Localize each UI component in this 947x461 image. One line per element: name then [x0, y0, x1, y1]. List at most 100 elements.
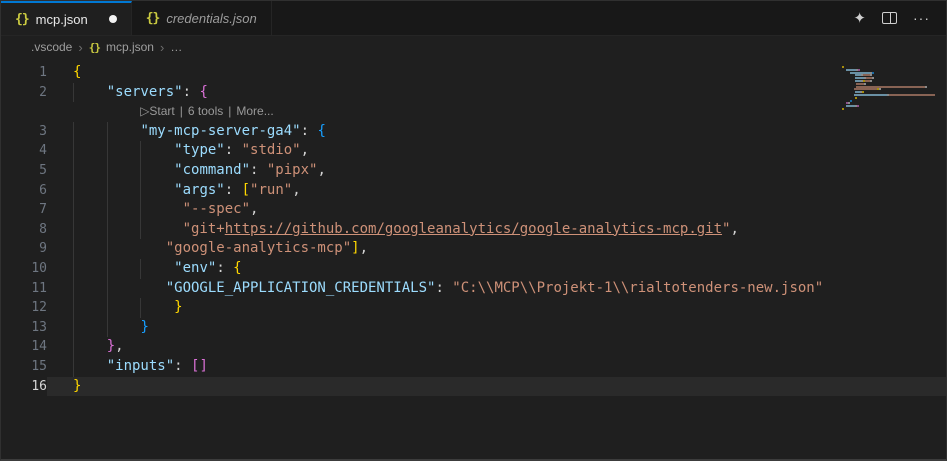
- tab-credentials-json[interactable]: {} credentials.json: [132, 1, 272, 35]
- token-punct: :: [182, 83, 200, 100]
- minimap-seg: [846, 105, 855, 108]
- minimap-seg: [856, 105, 859, 108]
- token-b3: }: [140, 318, 149, 335]
- minimap-line: [842, 107, 938, 110]
- line-number: 10: [31, 260, 47, 276]
- minimap-seg: [860, 85, 923, 88]
- token-key: "servers": [106, 83, 183, 100]
- code-text: "google-analytics-mcp"],: [73, 239, 368, 259]
- code-line[interactable]: 12 }: [1, 298, 946, 318]
- minimap-seg: [842, 66, 844, 68]
- codelens-row[interactable]: ▷Start | 6 tools | More...: [1, 102, 946, 122]
- indent-guide: [106, 278, 108, 299]
- indent-guide: [106, 258, 108, 279]
- line-number: 5: [39, 162, 47, 178]
- indent-guide: [73, 82, 74, 103]
- code-line[interactable]: 6 "args": ["run",: [1, 180, 946, 201]
- token-b1: ]: [351, 240, 360, 257]
- more-actions-icon[interactable]: ···: [913, 11, 930, 25]
- code-line[interactable]: 15 "inputs": []: [1, 356, 946, 377]
- indent-guide: [73, 121, 74, 142]
- minimap-seg: [842, 107, 844, 110]
- token-b1: }: [73, 377, 82, 394]
- minimap-seg: [857, 68, 860, 71]
- code-line[interactable]: 5 "command": "pipx",: [1, 160, 946, 181]
- minimap-line: [842, 93, 938, 96]
- minimap-seg: [872, 71, 875, 74]
- code-line[interactable]: 4 "type": "stdio",: [1, 141, 946, 161]
- indent-guide: [73, 200, 74, 220]
- minimap-line: [842, 85, 938, 88]
- minimap-line: [842, 66, 938, 68]
- codelens-more[interactable]: More...: [236, 104, 273, 118]
- indent-guide: [106, 121, 108, 142]
- token-punct: ,: [250, 201, 259, 218]
- code-text: }: [73, 318, 149, 338]
- indent-guide: [140, 141, 142, 161]
- indent-guide: [106, 317, 108, 338]
- minimap-seg: [850, 99, 853, 102]
- minimap-seg: [870, 79, 873, 82]
- code-line[interactable]: 8 "git+https://github.com/googleanalytic…: [1, 219, 946, 240]
- chevron-right-icon: ›: [78, 39, 83, 55]
- indent-guide: [140, 258, 142, 279]
- code-line[interactable]: 3 "my-mcp-server-ga4": {: [1, 121, 946, 142]
- minimap[interactable]: [842, 66, 938, 111]
- breadcrumb-folder[interactable]: .vscode: [31, 40, 72, 54]
- json-file-icon: {}: [88, 40, 101, 54]
- minimap-seg: [861, 91, 864, 94]
- tab-mcp-json[interactable]: {} mcp.json: [1, 1, 132, 35]
- split-editor-icon[interactable]: [882, 12, 897, 24]
- modified-dot-icon[interactable]: [108, 15, 117, 23]
- codelens-tools[interactable]: 6 tools: [188, 104, 223, 118]
- token-punct: :: [224, 142, 242, 159]
- indent-guide: [106, 160, 108, 181]
- indent-guide: [106, 239, 108, 259]
- code-line[interactable]: 9 "google-analytics-mcp"],: [1, 239, 946, 259]
- minimap-seg: [855, 82, 865, 85]
- line-number: 14: [31, 339, 47, 355]
- line-number: 15: [31, 358, 47, 374]
- line-number: 2: [39, 84, 47, 100]
- token-str: "--spec": [182, 201, 251, 218]
- code-editor[interactable]: 1{2 "servers": {▷Start | 6 tools | More... 3 …: [1, 58, 946, 459]
- line-number: 8: [39, 221, 47, 237]
- breadcrumb-more[interactable]: …: [170, 40, 182, 54]
- token-key: "my-mcp-server-ga4": [140, 122, 301, 139]
- code-line[interactable]: 10 "env": {: [1, 258, 946, 279]
- indent-guide: [140, 200, 142, 220]
- token-b2: []: [191, 357, 208, 374]
- code-line[interactable]: 2 "servers": {: [1, 82, 946, 103]
- indent-guide: [106, 219, 108, 240]
- token-punct: ,: [115, 338, 124, 355]
- minimap-line: [842, 96, 938, 99]
- editor-actions: ✦ ···: [853, 1, 946, 35]
- breadcrumb-file[interactable]: mcp.json: [106, 40, 154, 54]
- token-punct: :: [250, 161, 267, 178]
- token-str: "stdio": [241, 142, 301, 159]
- line-number: 12: [31, 300, 47, 316]
- code-line[interactable]: 14 },: [1, 337, 946, 357]
- code-line[interactable]: 7 "--spec",: [1, 200, 946, 220]
- token-b1: }: [174, 299, 183, 316]
- codelens-start[interactable]: Start: [149, 104, 174, 118]
- token-punct: ,: [359, 240, 369, 257]
- code-line[interactable]: 16}: [1, 376, 946, 397]
- line-number: 11: [31, 280, 47, 296]
- indent-guide: [73, 141, 74, 161]
- minimap-line: [842, 102, 938, 105]
- copilot-sparkle-icon[interactable]: ✦: [853, 11, 866, 26]
- indent-guide: [73, 298, 74, 318]
- minimap-seg: [872, 77, 875, 80]
- code-text: }: [73, 298, 183, 318]
- code-line[interactable]: 13 }: [1, 317, 946, 338]
- minimap-seg: [924, 85, 927, 88]
- code-line[interactable]: 11 "GOOGLE_APPLICATION_CREDENTIALS": "C:…: [1, 278, 946, 299]
- code-text: },: [73, 337, 124, 357]
- editor-tab-bar: {} mcp.json {} credentials.json ✦ ···: [1, 1, 946, 36]
- token-punct: ,: [292, 181, 301, 198]
- minimap-line: [842, 79, 938, 82]
- code-line[interactable]: 1{: [1, 63, 946, 83]
- code-text: "inputs": []: [73, 357, 208, 377]
- json-file-icon: {}: [15, 11, 30, 27]
